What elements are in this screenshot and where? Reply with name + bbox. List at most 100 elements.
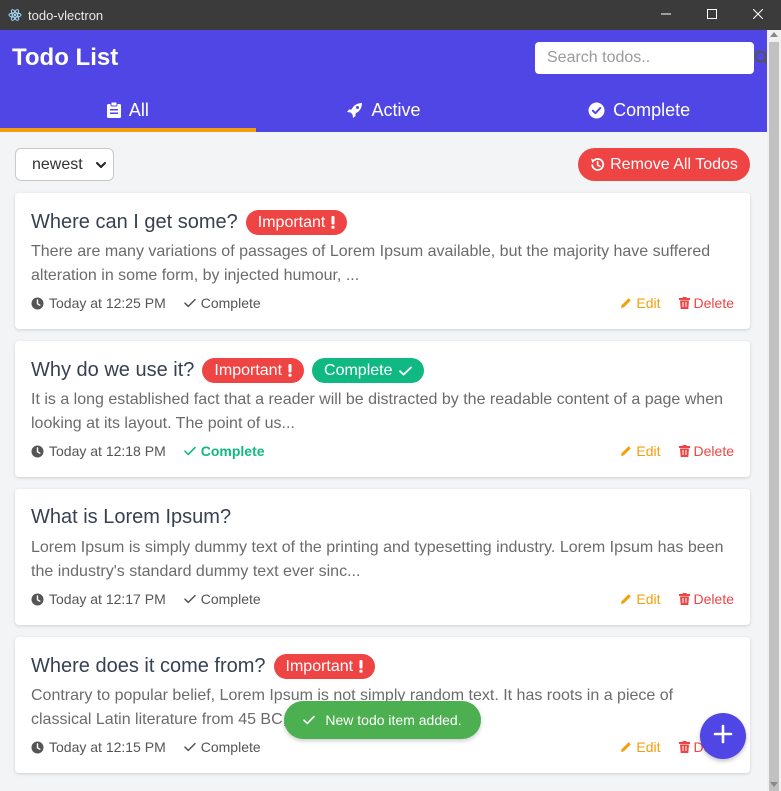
todo-title: Where does it come from? [31, 655, 266, 677]
todo-description: There are many variations of passages of… [31, 243, 711, 284]
tab-active[interactable]: Active [256, 88, 512, 132]
edit-button[interactable]: Edit [620, 739, 661, 755]
complete-badge: Complete [312, 358, 424, 383]
important-badge-label: Important [214, 361, 283, 379]
trash-icon [678, 297, 690, 309]
todo-actions: Edit Delete [620, 295, 734, 311]
tab-complete[interactable]: Complete [511, 88, 767, 132]
chevron-down-icon [95, 158, 107, 176]
toggle-complete-button[interactable]: Complete [184, 591, 261, 607]
minimize-icon [661, 6, 671, 24]
rocket-icon [346, 102, 363, 119]
todo-time: Today at 12:15 PM [49, 739, 166, 755]
plus-icon [713, 724, 733, 749]
important-badge: Important [273, 654, 376, 679]
delete-button[interactable]: Delete [678, 443, 734, 459]
scrollbar-thumb[interactable] [769, 42, 779, 791]
check-icon [183, 446, 196, 456]
pencil-icon [620, 445, 632, 457]
trash-icon [678, 593, 690, 605]
edit-label: Edit [636, 591, 661, 607]
search-box [535, 42, 770, 74]
todo-actions: Edit Delete [620, 591, 734, 607]
status-label: Complete [200, 591, 261, 607]
clock-icon [31, 445, 44, 458]
todo-meta: Today at 12:15 PM Complete [31, 739, 261, 755]
delete-label: Delete [693, 295, 734, 311]
clock-icon [31, 297, 44, 310]
todo-description: It is a long established fact that a rea… [31, 391, 723, 432]
trash-icon [678, 445, 690, 457]
important-badge: Important [245, 210, 348, 235]
toggle-complete-button[interactable]: Complete [184, 295, 261, 311]
toggle-complete-button[interactable]: Complete [183, 443, 265, 459]
todo-meta: Today at 12:17 PM Complete [31, 591, 261, 607]
check-icon [184, 298, 196, 308]
todo-time: Today at 12:17 PM [49, 591, 166, 607]
todo-title: Why do we use it? [31, 359, 195, 381]
maximize-button[interactable] [689, 0, 735, 30]
status-label: Complete [200, 739, 261, 755]
minimize-button[interactable] [643, 0, 689, 30]
clipboard-icon [106, 102, 121, 118]
sort-select-value: newest [32, 155, 83, 173]
remove-all-label: Remove All Todos [610, 155, 738, 173]
exclamation-icon [288, 364, 292, 377]
todo-time: Today at 12:18 PM [49, 443, 166, 459]
complete-badge-label: Complete [324, 361, 393, 379]
important-badge-label: Important [257, 213, 326, 231]
todo-card: Where can I get some? Important There ar… [15, 193, 750, 329]
scrollbar[interactable] [767, 30, 781, 791]
check-icon [184, 742, 196, 752]
close-button[interactable] [735, 0, 781, 30]
todo-title: Where can I get some? [31, 211, 238, 233]
todo-description: Lorem Ipsum is simply dummy text of the … [31, 539, 724, 580]
delete-label: Delete [693, 443, 734, 459]
toast-message: New todo item added. [325, 712, 462, 728]
todo-header: Where does it come from? Important [31, 654, 376, 679]
history-icon [590, 157, 605, 172]
edit-label: Edit [636, 443, 661, 459]
todo-title: What is Lorem Ipsum? [31, 506, 232, 528]
search-input[interactable] [535, 42, 754, 74]
pencil-icon [620, 741, 632, 753]
toast-notification: New todo item added. [284, 701, 481, 739]
clock-icon [31, 741, 44, 754]
close-icon [752, 6, 764, 24]
delete-button[interactable]: Delete [678, 295, 734, 311]
check-circle-icon [588, 102, 605, 119]
status-label: Complete [200, 295, 261, 311]
page-title: Todo List [12, 44, 119, 71]
tab-complete-label: Complete [613, 99, 691, 120]
toggle-complete-button[interactable]: Complete [184, 739, 261, 755]
todo-header: What is Lorem Ipsum? [31, 506, 231, 529]
scroll-down-arrow[interactable] [770, 782, 778, 787]
todo-time: Today at 12:25 PM [49, 295, 166, 311]
scroll-up-arrow[interactable] [770, 32, 778, 37]
edit-label: Edit [636, 739, 661, 755]
todo-actions: Edit Delete [620, 443, 734, 459]
edit-button[interactable]: Edit [620, 591, 661, 607]
todo-header: Where can I get some? Important [31, 210, 348, 235]
delete-label: Delete [693, 591, 734, 607]
check-icon [303, 715, 316, 725]
check-icon [184, 594, 196, 604]
window-title: todo-vlectron [28, 7, 104, 23]
tab-active-label: Active [371, 99, 421, 120]
exclamation-icon [359, 660, 363, 673]
tab-all-label: All [128, 99, 149, 120]
delete-button[interactable]: Delete [678, 591, 734, 607]
remove-all-button[interactable]: Remove All Todos [578, 148, 750, 181]
add-todo-button[interactable] [700, 713, 746, 759]
edit-button[interactable]: Edit [620, 295, 661, 311]
trash-icon [678, 741, 690, 753]
edit-label: Edit [636, 295, 661, 311]
important-badge-label: Important [285, 657, 354, 675]
todo-meta: Today at 12:18 PM Complete [31, 443, 265, 459]
exclamation-icon [331, 216, 335, 229]
edit-button[interactable]: Edit [620, 443, 661, 459]
status-label: Complete [200, 443, 265, 459]
tab-all[interactable]: All [0, 88, 256, 132]
electron-icon [8, 8, 22, 22]
sort-select[interactable]: newest [15, 148, 114, 181]
